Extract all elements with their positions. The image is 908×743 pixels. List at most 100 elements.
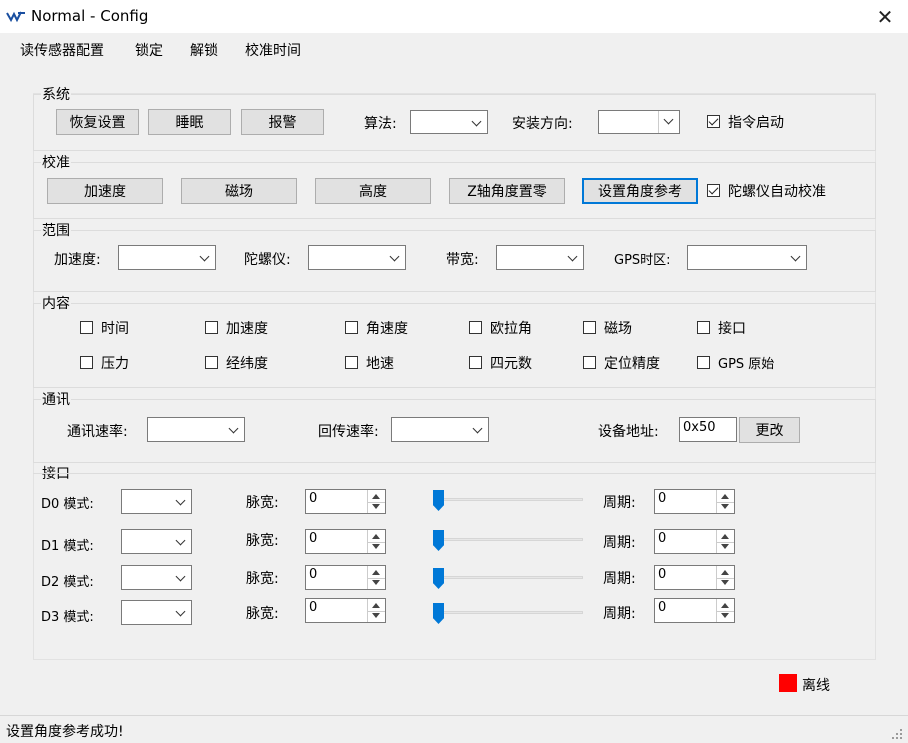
d2-pulse-spinner[interactable]: 0: [305, 565, 386, 590]
menu-lock[interactable]: 锁定: [135, 40, 163, 60]
chevron-down-icon: [472, 423, 483, 434]
content-quaternion-label: 四元数: [490, 356, 532, 372]
d0-period-value: 0: [658, 491, 667, 506]
spin-up-icon[interactable]: [721, 570, 729, 575]
return-rate-select[interactable]: [391, 417, 489, 442]
spin-down-icon[interactable]: [372, 504, 380, 509]
calibration-group-label: 校准: [41, 152, 71, 172]
menu-calibrate-time[interactable]: 校准时间: [245, 40, 301, 60]
d0-mode-select[interactable]: [121, 489, 192, 514]
d0-period-spinner[interactable]: 0: [654, 489, 735, 514]
close-button[interactable]: ✕: [872, 5, 898, 29]
content-group: [33, 303, 876, 388]
menu-unlock[interactable]: 解锁: [190, 40, 218, 60]
d2-period-spinner[interactable]: 0: [654, 565, 735, 590]
return-rate-label: 回传速率:: [318, 424, 379, 440]
spin-up-icon[interactable]: [721, 603, 729, 608]
status-message: 设置角度参考成功!: [6, 724, 124, 740]
d1-pulse-spinner[interactable]: 0: [305, 529, 386, 554]
content-angular-velocity-checkbox[interactable]: [345, 321, 358, 334]
resize-grip-icon[interactable]: [888, 725, 904, 741]
content-ground-speed-checkbox[interactable]: [345, 356, 358, 369]
content-gps-raw-label: GPS 原始: [718, 357, 775, 372]
window-title: Normal - Config: [31, 7, 149, 25]
d2-mode-label: D2 模式:: [41, 575, 94, 590]
gyro-range-label: 陀螺仪:: [244, 252, 291, 268]
gyro-auto-calibrate-checkbox[interactable]: [707, 184, 720, 197]
d1-pulse-value: 0: [309, 531, 318, 546]
content-position-accuracy-checkbox[interactable]: [583, 356, 596, 369]
d3-pulse-spinner[interactable]: 0: [305, 598, 386, 623]
acc-range-select[interactable]: [118, 245, 216, 270]
bandwidth-select[interactable]: [496, 245, 584, 270]
device-address-input[interactable]: 0x50: [679, 417, 737, 442]
command-start-checkbox[interactable]: [707, 115, 720, 128]
content-pressure-checkbox[interactable]: [80, 356, 93, 369]
alarm-button[interactable]: 报警: [241, 109, 324, 135]
gps-timezone-label: GPS时区:: [614, 253, 671, 268]
spin-down-icon[interactable]: [721, 504, 729, 509]
content-group-label: 内容: [41, 293, 71, 313]
d2-period-value: 0: [658, 567, 667, 582]
spin-up-icon[interactable]: [721, 534, 729, 539]
d0-slider-track[interactable]: [433, 498, 583, 501]
spin-up-icon[interactable]: [372, 534, 380, 539]
command-start-label: 指令启动: [728, 115, 784, 131]
d2-mode-select[interactable]: [121, 565, 192, 590]
restore-settings-button[interactable]: 恢复设置: [56, 109, 139, 135]
z-axis-zero-button[interactable]: Z轴角度置零: [449, 178, 565, 204]
bandwidth-label: 带宽:: [446, 252, 479, 268]
d1-mode-select[interactable]: [121, 529, 192, 554]
content-gps-raw-checkbox[interactable]: [697, 356, 710, 369]
baud-rate-select[interactable]: [147, 417, 245, 442]
content-euler-checkbox[interactable]: [469, 321, 482, 334]
spin-down-icon[interactable]: [721, 580, 729, 585]
spin-up-icon[interactable]: [372, 570, 380, 575]
sleep-button[interactable]: 睡眠: [148, 109, 231, 135]
d3-slider-track[interactable]: [433, 611, 583, 614]
d0-pulse-label: 脉宽:: [246, 495, 279, 511]
content-acceleration-checkbox[interactable]: [205, 321, 218, 334]
content-port-label: 接口: [718, 321, 746, 337]
d3-period-spinner[interactable]: 0: [654, 598, 735, 623]
calibrate-height-button[interactable]: 高度: [315, 178, 431, 204]
spin-up-icon[interactable]: [721, 494, 729, 499]
algorithm-select[interactable]: [410, 110, 488, 134]
gyro-range-select[interactable]: [308, 245, 406, 270]
set-angle-reference-button[interactable]: 设置角度参考: [582, 178, 698, 204]
install-direction-label: 安装方向:: [512, 116, 573, 132]
d1-period-spinner[interactable]: 0: [654, 529, 735, 554]
content-position-accuracy-label: 定位精度: [604, 356, 660, 372]
content-time-checkbox[interactable]: [80, 321, 93, 334]
menu-read-sensor-config[interactable]: 读传感器配置: [20, 40, 104, 60]
content-magnetic-checkbox[interactable]: [583, 321, 596, 334]
spin-down-icon[interactable]: [372, 544, 380, 549]
spin-up-icon[interactable]: [372, 494, 380, 499]
change-address-button[interactable]: 更改: [739, 417, 800, 443]
d3-mode-select[interactable]: [121, 600, 192, 625]
content-pressure-label: 压力: [101, 356, 129, 372]
content-time-label: 时间: [101, 321, 129, 337]
content-latlon-checkbox[interactable]: [205, 356, 218, 369]
system-group-label: 系统: [41, 84, 71, 104]
install-direction-select[interactable]: [598, 110, 680, 134]
spin-down-icon[interactable]: [721, 544, 729, 549]
chevron-down-icon: [199, 251, 210, 262]
d3-period-label: 周期:: [603, 606, 636, 622]
content-quaternion-checkbox[interactable]: [469, 356, 482, 369]
d0-pulse-spinner[interactable]: 0: [305, 489, 386, 514]
spin-down-icon[interactable]: [721, 613, 729, 618]
calibrate-acceleration-button[interactable]: 加速度: [47, 178, 163, 204]
spin-down-icon[interactable]: [372, 613, 380, 618]
d1-slider-track[interactable]: [433, 538, 583, 541]
spin-down-icon[interactable]: [372, 580, 380, 585]
calibrate-magnetic-button[interactable]: 磁场: [181, 178, 297, 204]
chevron-down-icon: [389, 251, 400, 262]
d2-slider-track[interactable]: [433, 576, 583, 579]
content-port-checkbox[interactable]: [697, 321, 710, 334]
comm-group-label: 通讯: [41, 389, 71, 409]
d1-mode-label: D1 模式:: [41, 539, 94, 554]
d3-mode-label: D3 模式:: [41, 610, 94, 625]
gps-timezone-select[interactable]: [687, 245, 807, 270]
spin-up-icon[interactable]: [372, 603, 380, 608]
